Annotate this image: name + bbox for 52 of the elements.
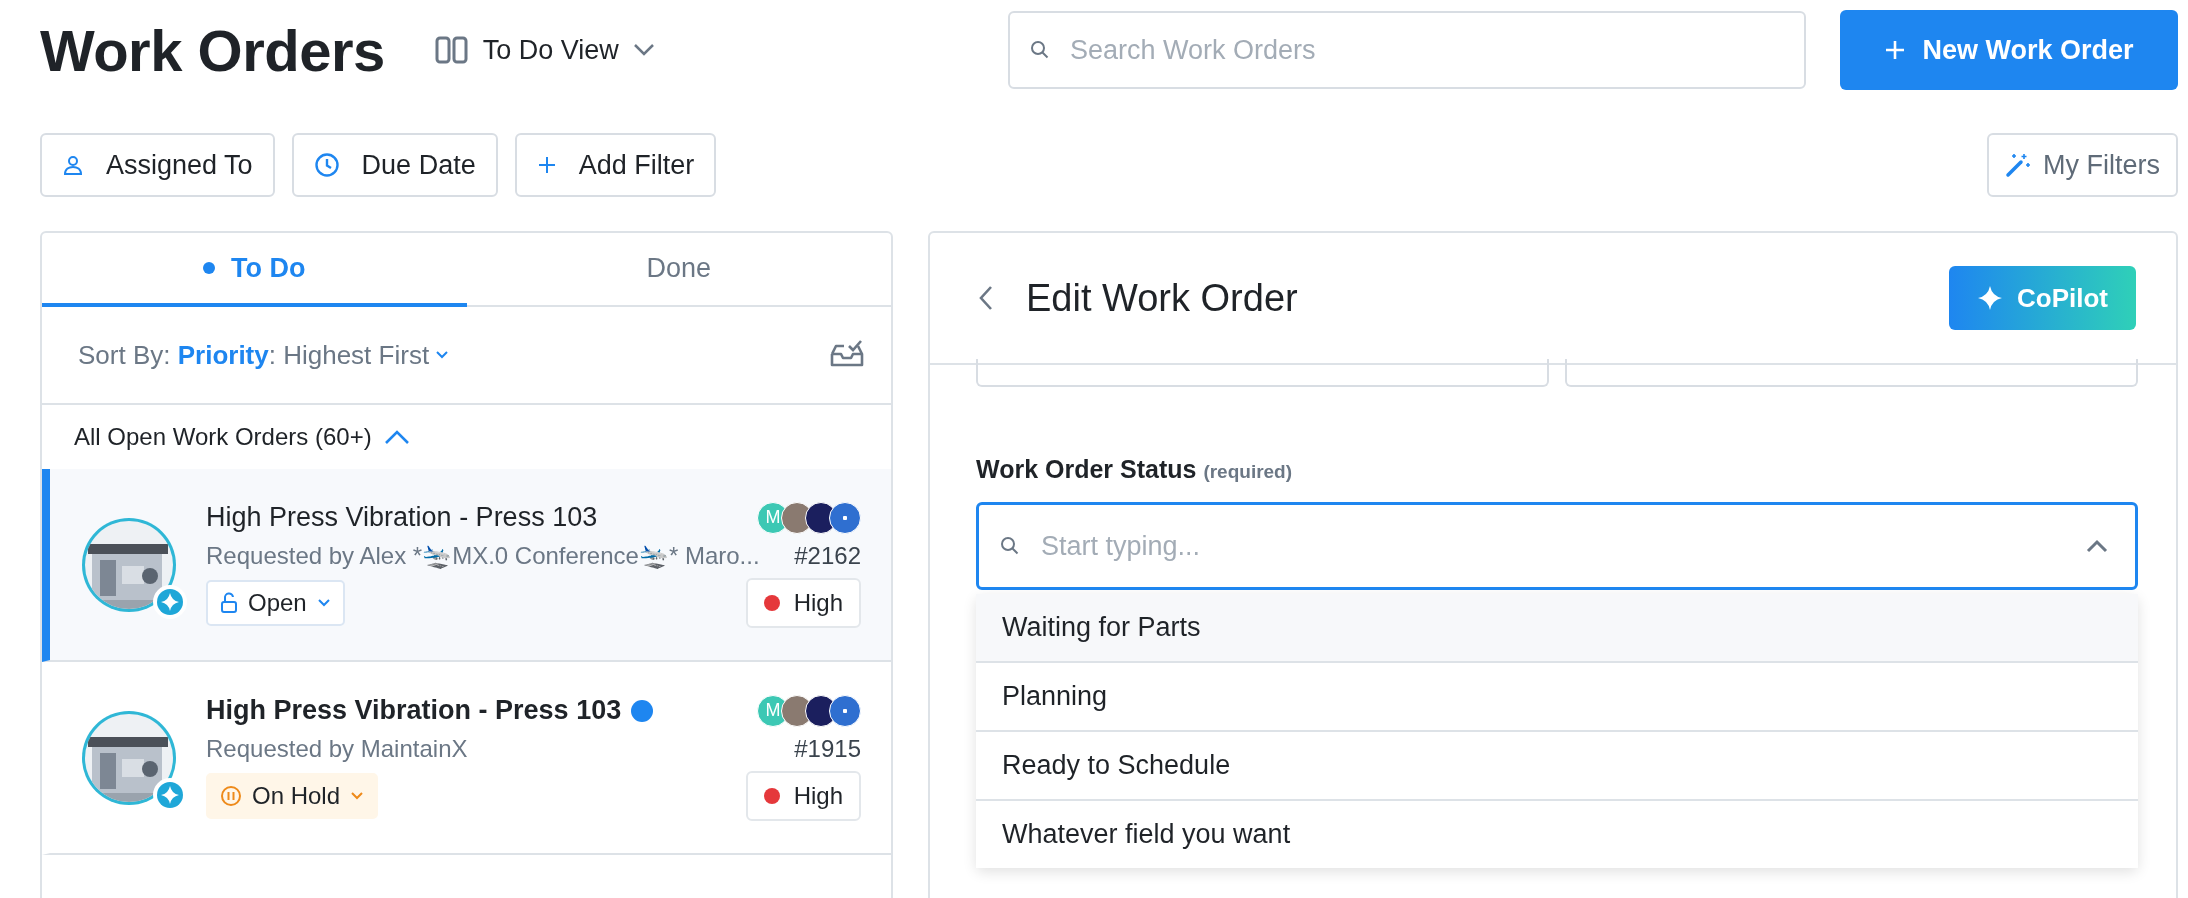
unlock-icon	[220, 591, 238, 614]
tab[interactable]: Done	[466, 233, 891, 307]
search-field[interactable]: Search Work Orders	[1008, 11, 1806, 89]
sparkle-icon	[1977, 285, 2003, 311]
tab[interactable]: To Do	[42, 233, 467, 307]
work-order-row[interactable]: High Press Vibration - Press 103 M Requested by MaintainX #1915 On Hold High	[42, 662, 891, 855]
new-work-order-button[interactable]: New Work Order	[1840, 10, 2178, 90]
group-header[interactable]: All Open Work Orders (60+)	[42, 405, 891, 469]
input-field[interactable]	[1565, 359, 2138, 387]
panel-title: Edit Work Order	[1026, 276, 1299, 320]
magic-wand-icon	[2005, 152, 2031, 178]
dropdown-option[interactable]: Whatever field you want	[976, 801, 2138, 868]
search-icon	[1030, 40, 1050, 60]
field-label: Work Order Status (required)	[976, 455, 1294, 484]
requester-text: Requested by Alex *🛬MX.0 Conference🛬* Maro...	[206, 541, 760, 570]
chevron-down-icon	[435, 350, 450, 360]
plus-icon	[536, 155, 557, 175]
active-dot-icon	[203, 262, 215, 274]
sort-selector[interactable]: Sort By: Priority: Highest First	[78, 339, 450, 371]
work-order-title: High Press Vibration - Press 103	[206, 695, 622, 726]
chevron-down-icon	[350, 790, 365, 801]
filter-button[interactable]: Due Date	[291, 133, 498, 197]
columns-icon	[434, 35, 469, 65]
view-selector[interactable]: To Do View	[434, 34, 655, 66]
dropdown-option[interactable]: Ready to Schedule	[976, 732, 2138, 801]
chevron-left-icon	[978, 285, 994, 311]
person-icon	[62, 154, 84, 176]
work-order-row[interactable]: High Press Vibration - Press 103 M Requested by Alex *🛬MX.0 Conference🛬* Maro... #2162 Open High	[42, 469, 891, 662]
search-icon	[1000, 536, 1020, 556]
input-field[interactable]	[976, 359, 1549, 387]
priority-tag: High	[745, 770, 861, 821]
work-order-number: #2162	[794, 541, 861, 570]
sparkle-badge-icon	[152, 583, 188, 620]
status-combobox[interactable]: Start typing...	[976, 502, 2138, 590]
priority-tag: High	[745, 577, 861, 628]
pause-icon	[220, 784, 242, 807]
clock-icon	[313, 152, 340, 178]
chevron-down-icon	[316, 597, 331, 608]
filter-button[interactable]: Assigned To	[40, 133, 275, 197]
dropdown-option[interactable]: Planning	[976, 663, 2138, 732]
status-dropdown[interactable]: Open	[206, 579, 345, 626]
work-order-number: #1915	[794, 734, 861, 763]
chevron-up-icon	[2086, 539, 2108, 553]
filter-button[interactable]: Add Filter	[514, 133, 717, 197]
dropdown-option[interactable]: Waiting for Parts	[976, 594, 2138, 663]
plus-icon	[1884, 39, 1907, 61]
chevron-down-icon	[632, 43, 655, 57]
work-order-title: High Press Vibration - Press 103	[206, 502, 598, 533]
page-title: Work Orders	[40, 16, 385, 84]
my-filters-button[interactable]: My Filters	[1987, 133, 2178, 197]
requester-text: Requested by MaintainX	[206, 734, 468, 763]
status-dropdown[interactable]: On Hold	[206, 772, 379, 819]
